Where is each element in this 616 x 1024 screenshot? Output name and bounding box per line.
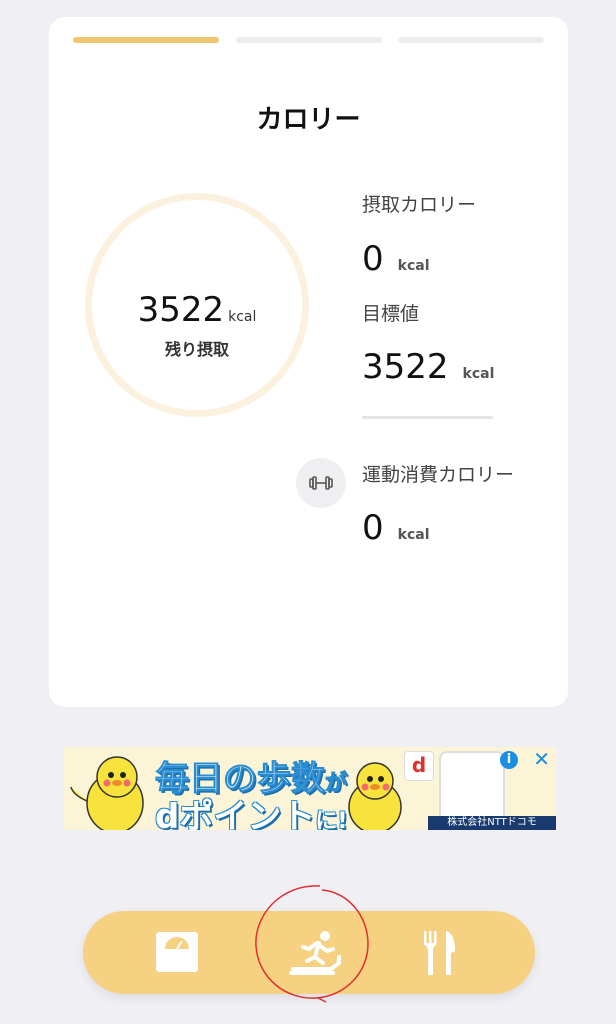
calorie-card: カロリー 3522 kcal 残り摂取 摂取カロリー 0 kcal 目標値 3522… — [49, 17, 568, 707]
target-unit: kcal — [462, 366, 495, 382]
target-number: 3522 — [362, 347, 449, 387]
tab-indicator-third[interactable] — [398, 37, 544, 43]
nav-weight-button[interactable] — [125, 911, 225, 994]
ad-company: 株式会社NTTドコモ — [428, 816, 556, 830]
ad-banner[interactable]: 毎日の歩数が dポイントに! d i ✕ 株式会社NTTドコモ — [63, 747, 556, 830]
dumbbell-icon — [296, 458, 346, 508]
divider — [362, 416, 493, 419]
ad-headline-2: dポイントに! — [155, 789, 347, 830]
chick-mascot-icon — [348, 762, 402, 830]
fork-knife-icon — [424, 931, 455, 975]
page-indicator — [73, 37, 544, 43]
exercise-label: 運動消費カロリー — [362, 464, 515, 486]
remaining-calorie-ring: 3522 kcal 残り摂取 — [85, 193, 309, 417]
intake-label: 摂取カロリー — [362, 194, 477, 216]
card-title: カロリー — [256, 105, 361, 135]
ad-line2: dポイント — [155, 797, 316, 830]
ad-close-icon[interactable]: ✕ — [533, 749, 550, 769]
intake-value: 0 kcal — [362, 239, 430, 279]
target-value: 3522 kcal — [362, 347, 494, 387]
chick-mascot-icon — [70, 756, 144, 830]
tab-indicator-calorie[interactable] — [73, 37, 219, 43]
exercise-unit: kcal — [397, 527, 430, 543]
scale-icon — [156, 932, 198, 972]
tab-indicator-second[interactable] — [236, 37, 382, 43]
remaining-unit: kcal — [228, 309, 257, 325]
remaining-number: 3522 — [137, 290, 225, 330]
remaining-label: 残り摂取 — [164, 340, 229, 359]
exercise-number: 0 — [362, 508, 384, 548]
ad-info-icon[interactable]: i — [500, 751, 518, 769]
target-label: 目標値 — [362, 303, 420, 325]
exercise-value: 0 kcal — [362, 508, 430, 548]
remaining-value: 3522 kcal — [92, 290, 302, 330]
intake-number: 0 — [362, 239, 384, 279]
d-logo-icon: d — [404, 751, 434, 781]
nav-meal-button[interactable] — [393, 911, 493, 994]
red-circle-annotation — [255, 885, 369, 1003]
intake-unit: kcal — [397, 258, 430, 274]
